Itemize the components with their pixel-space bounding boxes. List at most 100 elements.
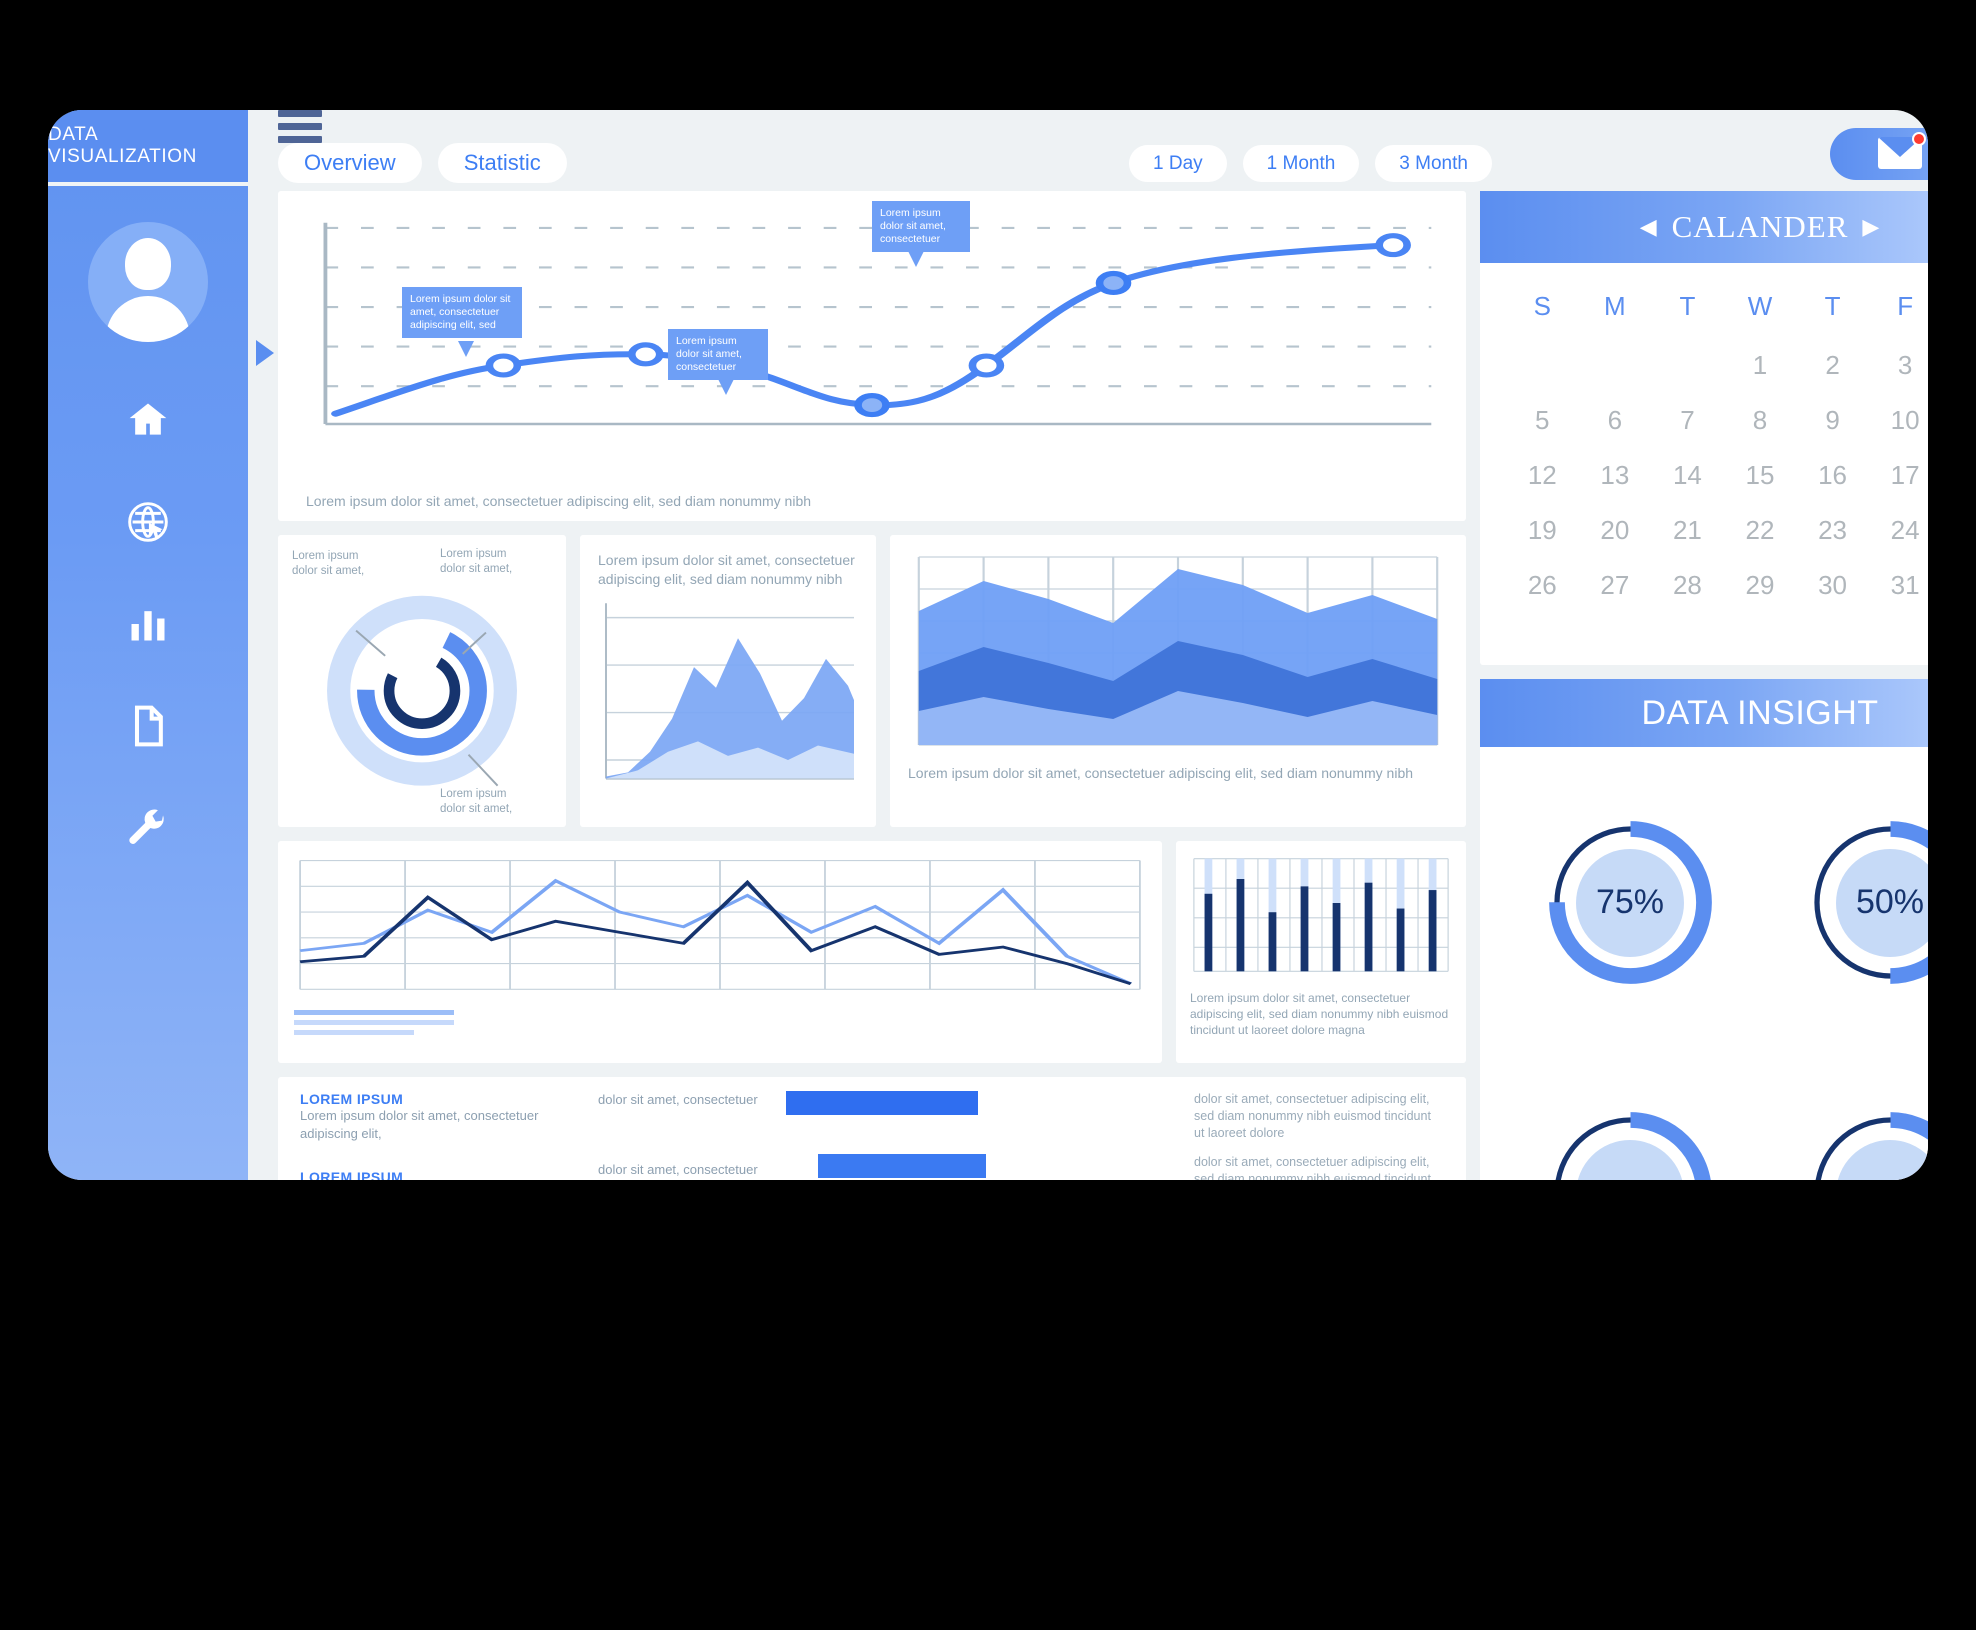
hero-tooltip-3[interactable]: Lorem ipsum dolor sit amet, consectetuer — [872, 201, 970, 253]
time-filter-1-month[interactable]: 1 Month — [1242, 144, 1360, 182]
calendar-dow: W — [1747, 291, 1773, 321]
main-area: Overview Statistic 1 Day 1 Month 3 Month — [248, 110, 1928, 1180]
time-filter-3-month[interactable]: 3 Month — [1375, 144, 1492, 182]
calendar-day[interactable]: 22 — [1724, 503, 1797, 558]
calendar-dow: M — [1604, 291, 1626, 321]
calendar-day[interactable]: 3 — [1869, 338, 1928, 393]
gauge-50[interactable]: 50% — [1803, 815, 1928, 990]
calendar-day-blank — [1651, 338, 1724, 393]
gauge-62[interactable]: 62% — [1803, 1106, 1928, 1180]
calendar-day[interactable]: 2 — [1796, 338, 1869, 393]
hero-tooltip-2-pointer-icon — [718, 379, 734, 395]
app-title: DATA VISUALIZATION — [48, 110, 248, 186]
calendar-day[interactable]: 16 — [1796, 448, 1869, 503]
hamburger-icon[interactable] — [278, 110, 322, 143]
calendar-day[interactable]: 15 — [1724, 448, 1797, 503]
calendar-prev-arrow-icon[interactable]: ◀ — [1640, 214, 1658, 240]
calendar-day[interactable]: 27 — [1579, 558, 1652, 613]
multi-line-chart — [299, 859, 1141, 990]
hero-tooltip-3-pointer-icon — [908, 251, 924, 267]
calendar-day[interactable]: 1 — [1724, 338, 1797, 393]
progress-bar-2[interactable] — [818, 1153, 986, 1178]
calendar-day[interactable]: 19 — [1506, 503, 1579, 558]
bottom-body: Lorem ipsum dolor sit amet, consectetuer… — [300, 1108, 539, 1142]
data-insight-grid: 75% 50% — [1480, 747, 1928, 1180]
wrench-icon — [129, 809, 164, 844]
bar-chart-card: Lorem ipsum dolor sit amet, consectetuer… — [1176, 841, 1466, 1063]
progress-bar-1[interactable] — [786, 1091, 978, 1115]
calendar-day[interactable]: 10 — [1869, 393, 1928, 448]
calendar-day[interactable]: 23 — [1796, 503, 1869, 558]
area-chart-caption: Lorem ipsum dolor sit amet, consectetuer… — [598, 552, 855, 587]
multi-line-chart-card — [278, 841, 1162, 1063]
bottom-text-column: LOREM IPSUM Lorem ipsum dolor sit amet, … — [300, 1091, 590, 1180]
calendar-day[interactable]: 13 — [1579, 448, 1652, 503]
gauge-75[interactable]: 75% — [1543, 815, 1718, 990]
hero-tooltip-2[interactable]: Lorem ipsum dolor sit amet, consectetuer — [668, 329, 768, 381]
bar-description: dolor sit amet, consectetuer adipiscing … — [1194, 1154, 1431, 1180]
calendar-day[interactable]: 24 — [1869, 503, 1928, 558]
calendar-day[interactable]: 12 — [1506, 448, 1579, 503]
left-column: Lorem ipsum dolor sit amet, consectetuer… — [278, 191, 1466, 1180]
gauge-75-label: 75% — [1576, 848, 1684, 957]
content-area: Lorem ipsum dolor sit amet, consectetuer… — [248, 183, 1928, 1180]
donut-chart — [327, 595, 517, 787]
calendar-next-arrow-icon[interactable]: ▶ — [1862, 214, 1880, 240]
time-filter-1-day[interactable]: 1 Day — [1129, 144, 1227, 182]
sidebar-item-documents[interactable] — [120, 700, 176, 752]
calendar-title: CALANDER — [1671, 209, 1849, 244]
calendar-day[interactable]: 30 — [1796, 558, 1869, 613]
calendar-day[interactable]: 20 — [1579, 503, 1652, 558]
document-icon — [134, 705, 163, 747]
hero-tooltip-1[interactable]: Lorem ipsum dolor sit amet, consectetuer… — [402, 287, 522, 339]
calendar-dow: S — [1533, 291, 1551, 321]
data-insight-card: DATA INSIGHT 75% 50% — [1480, 679, 1928, 1180]
sidebar: DATA VISUALIZATION — [48, 110, 274, 1180]
globe-cursor-icon — [128, 502, 168, 542]
calendar-day[interactable]: 31 — [1869, 558, 1928, 613]
donut-label-3: Lorem ipsum dolor sit amet, — [440, 788, 513, 816]
home-icon — [129, 403, 167, 435]
bar-row: dolor sit amet, consectetuer adipiscing … — [786, 1091, 1444, 1142]
bottom-middle-column: dolor sit amet, consectetuer dolor sit a… — [598, 1091, 778, 1180]
tab-statistic[interactable]: Statistic — [437, 143, 567, 183]
app-window: DATA VISUALIZATION Overview Statistic 1 … — [48, 110, 1928, 1180]
calendar-day[interactable]: 8 — [1724, 393, 1797, 448]
multi-line-legend — [294, 1010, 1146, 1035]
stacked-area-chart-card: Lorem ipsum dolor sit amet, consectetuer… — [890, 535, 1466, 827]
topbar — [248, 110, 1928, 180]
mid-row: Lorem ipsum dolor sit amet, Lorem ipsum … — [278, 535, 1466, 827]
calendar-day[interactable]: 28 — [1651, 558, 1724, 613]
calendar-day[interactable]: 5 — [1506, 393, 1579, 448]
sidebar-item-home[interactable] — [120, 394, 176, 446]
calendar-day[interactable]: 6 — [1579, 393, 1652, 448]
donut-chart-card: Lorem ipsum dolor sit amet, Lorem ipsum … — [278, 535, 566, 827]
calendar-header: ◀ CALANDER ▶ — [1480, 191, 1928, 263]
sidebar-item-globe[interactable] — [120, 496, 176, 548]
sidebar-item-settings[interactable] — [120, 802, 176, 854]
stacked-area-chart — [917, 556, 1439, 746]
sidebar-item-analytics[interactable] — [120, 598, 176, 650]
low-row: Lorem ipsum dolor sit amet, consectetuer… — [278, 841, 1466, 1063]
tab-overview[interactable]: Overview — [278, 143, 422, 183]
avatar[interactable] — [88, 222, 208, 342]
area-chart — [605, 602, 854, 780]
bar-chart-caption: Lorem ipsum dolor sit amet, consectetuer… — [1190, 991, 1449, 1038]
calendar-day[interactable]: 7 — [1651, 393, 1724, 448]
calendar-day[interactable]: 14 — [1651, 448, 1724, 503]
calendar-dow: F — [1897, 291, 1914, 321]
data-insight-title: DATA INSIGHT — [1480, 679, 1928, 747]
gauge-45[interactable]: 45% — [1543, 1106, 1718, 1180]
calendar-day-blank — [1506, 338, 1579, 393]
calendar-day[interactable]: 21 — [1651, 503, 1724, 558]
bar-description: dolor sit amet, consectetuer adipiscing … — [1194, 1092, 1431, 1140]
calendar-day[interactable]: 26 — [1506, 558, 1579, 613]
area-chart-card: Lorem ipsum dolor sit amet, consectetuer… — [580, 535, 876, 827]
donut-label-2: Lorem ipsum dolor sit amet, — [440, 548, 513, 575]
bottom-block: LOREM IPSUM Lorem ipsum dolor sit amet, … — [300, 1091, 590, 1143]
calendar-day[interactable]: 9 — [1796, 393, 1869, 448]
calendar-day[interactable]: 29 — [1724, 558, 1797, 613]
hero-caption: Lorem ipsum dolor sit amet, consectetuer… — [306, 493, 812, 510]
calendar-day[interactable]: 17 — [1869, 448, 1928, 503]
calendar-dow: T — [1679, 291, 1696, 321]
